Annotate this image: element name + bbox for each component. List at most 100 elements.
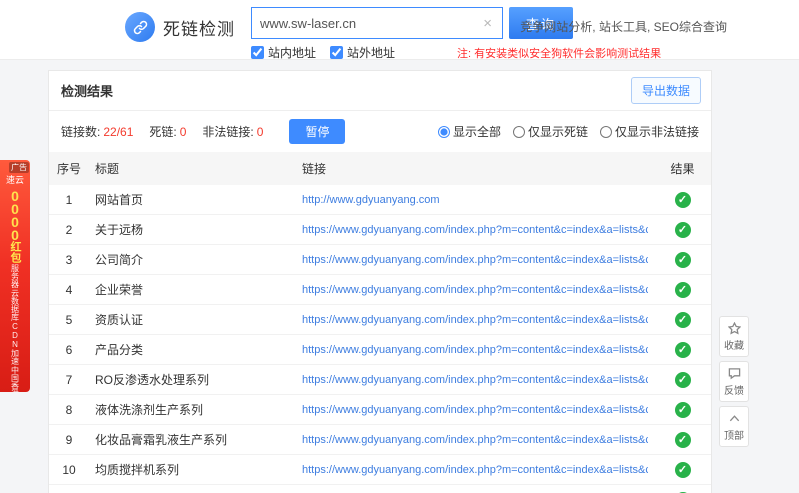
success-check-icon: ✓ [675, 222, 691, 238]
chain-link-icon [125, 12, 155, 42]
url-input[interactable] [260, 16, 481, 31]
nav-link-competitor-analysis[interactable]: 竞争网站分析 [520, 20, 592, 34]
address-options: 站内地址 站外地址 注: 有安装类似安全狗软件会影响测试结果 [251, 44, 661, 61]
filter-show-all[interactable]: 显示全部 [438, 123, 501, 140]
floating-toolbar: 收藏 反馈 顶部 [719, 316, 749, 447]
results-title: 检测结果 [61, 84, 113, 99]
pause-button[interactable]: 暂停 [289, 119, 345, 144]
row-link[interactable]: https://www.gdyuanyang.com/index.php?m=c… [302, 344, 648, 356]
back-to-top-button[interactable]: 顶部 [719, 406, 749, 447]
row-link[interactable]: https://www.gdyuanyang.com/index.php?m=c… [302, 434, 648, 446]
row-title: 产品分类 [89, 335, 296, 365]
url-input-box: × [251, 7, 503, 39]
row-link[interactable]: https://www.gdyuanyang.com/index.php?m=c… [302, 254, 648, 266]
links-count: 链接数:22/61 [61, 123, 133, 140]
row-title: 关于远杨 [89, 215, 296, 245]
row-title: 化妆品膏霜乳液生产系列 [89, 425, 296, 455]
table-row: 9 化妆品膏霜乳液生产系列 https://www.gdyuanyang.com… [49, 425, 711, 455]
col-header-no: 序号 [49, 152, 89, 185]
dead-links-count: 死链: 0 [149, 123, 186, 140]
row-number: 5 [49, 305, 89, 335]
checkbox-internal-address[interactable]: 站内地址 [251, 44, 316, 61]
row-title: 企业荣誉 [89, 275, 296, 305]
row-title: 储罐 [89, 485, 296, 493]
row-number: 1 [49, 185, 89, 215]
row-link[interactable]: https://www.gdyuanyang.com/index.php?m=c… [302, 314, 648, 326]
filter-dead-only[interactable]: 仅显示死链 [513, 123, 588, 140]
row-link[interactable]: https://www.gdyuanyang.com/index.php?m=c… [302, 464, 648, 476]
dead-links-label: 死链: [149, 125, 176, 139]
nav-link-seo-query[interactable]: SEO综合查询 [654, 20, 727, 34]
star-icon [728, 322, 741, 335]
filter-label: 仅显示非法链接 [615, 123, 699, 140]
row-title: 网站首页 [89, 185, 296, 215]
feedback-button[interactable]: 反馈 [719, 361, 749, 402]
ad-line: 云数据库 [10, 289, 21, 321]
export-data-button[interactable]: 导出数据 [631, 77, 701, 104]
row-number: 9 [49, 425, 89, 455]
ad-line: CDN加速 [10, 322, 21, 365]
row-link[interactable]: https://www.gdyuanyang.com/index.php?m=c… [302, 284, 648, 296]
back-to-top-label: 顶部 [724, 427, 744, 442]
table-header-row: 序号 标题 链接 结果 [49, 152, 711, 185]
success-check-icon: ✓ [675, 402, 691, 418]
illegal-links-count: 非法链接:0 [202, 123, 263, 140]
favorite-button[interactable]: 收藏 [719, 316, 749, 357]
checkbox-label: 站内地址 [268, 44, 316, 61]
display-filters: 显示全部 仅显示死链 仅显示非法链接 [426, 123, 699, 140]
table-row: 2 关于远杨 https://www.gdyuanyang.com/index.… [49, 215, 711, 245]
filter-illegal-only-radio[interactable] [600, 126, 612, 138]
row-number: 6 [49, 335, 89, 365]
ad-highlight: 红包 [7, 241, 23, 263]
dead-links-value: 0 [180, 125, 187, 139]
table-row: 4 企业荣誉 https://www.gdyuanyang.com/index.… [49, 275, 711, 305]
ad-line: 服务器 [10, 264, 21, 288]
clear-input-icon[interactable]: × [481, 15, 494, 32]
nav-link-webmaster-tools[interactable]: 站长工具 [599, 20, 647, 34]
table-row: 7 RO反渗透水处理系列 https://www.gdyuanyang.com/… [49, 365, 711, 395]
checkbox-label: 站外地址 [347, 44, 395, 61]
row-link[interactable]: https://www.gdyuanyang.com/index.php?m=c… [302, 374, 648, 386]
success-check-icon: ✓ [675, 462, 691, 478]
links-count-label: 链接数: [61, 125, 100, 139]
table-row: 3 公司简介 https://www.gdyuanyang.com/index.… [49, 245, 711, 275]
row-link[interactable]: https://www.gdyuanyang.com/index.php?m=c… [302, 404, 648, 416]
chevron-up-icon [728, 412, 741, 425]
row-number: 8 [49, 395, 89, 425]
row-title: 资质认证 [89, 305, 296, 335]
table-row: 8 液体洗涤剂生产系列 https://www.gdyuanyang.com/i… [49, 395, 711, 425]
internal-address-checkbox[interactable] [251, 46, 264, 59]
ad-tag: 广告 [9, 162, 29, 173]
filter-illegal-only[interactable]: 仅显示非法链接 [600, 123, 699, 140]
success-check-icon: ✓ [675, 372, 691, 388]
ad-line: 中国香港 [10, 366, 21, 392]
row-title: 液体洗涤剂生产系列 [89, 395, 296, 425]
filter-show-all-radio[interactable] [438, 126, 450, 138]
ad-big-number: 0000 [7, 188, 23, 240]
top-nav: 竞争网站分析, 站长工具, SEO综合查询 [520, 18, 727, 35]
external-address-checkbox[interactable] [330, 46, 343, 59]
success-check-icon: ✓ [675, 432, 691, 448]
stats-bar: 链接数:22/61 死链: 0 非法链接:0 暂停 显示全部 仅显示死链 仅显示非… [49, 111, 711, 152]
filter-label: 显示全部 [453, 123, 501, 140]
row-link[interactable]: https://www.gdyuanyang.com/index.php?m=c… [302, 224, 648, 236]
results-panel-header: 检测结果 导出数据 [49, 71, 711, 111]
row-link[interactable]: http://www.gdyuanyang.com [302, 194, 648, 206]
feedback-bubble-icon [728, 367, 741, 380]
col-header-link: 链接 [296, 152, 654, 185]
table-row: 10 均质搅拌机系列 https://www.gdyuanyang.com/in… [49, 455, 711, 485]
filter-dead-only-radio[interactable] [513, 126, 525, 138]
checkbox-external-address[interactable]: 站外地址 [330, 44, 395, 61]
success-check-icon: ✓ [675, 282, 691, 298]
success-check-icon: ✓ [675, 342, 691, 358]
row-title: 公司简介 [89, 245, 296, 275]
row-number: 7 [49, 365, 89, 395]
side-ad-banner[interactable]: 广告 速云 0000 红包 服务器 云数据库 CDN加速 中国香港 美国 欧洲 [0, 160, 30, 392]
row-number: 10 [49, 455, 89, 485]
table-row: 1 网站首页 http://www.gdyuanyang.com ✓ [49, 185, 711, 215]
success-check-icon: ✓ [675, 252, 691, 268]
filter-label: 仅显示死链 [528, 123, 588, 140]
results-table: 序号 标题 链接 结果 1 网站首页 http://www.gdyuanyang… [49, 152, 711, 493]
col-header-result: 结果 [654, 152, 711, 185]
illegal-links-label: 非法链接: [202, 125, 253, 139]
